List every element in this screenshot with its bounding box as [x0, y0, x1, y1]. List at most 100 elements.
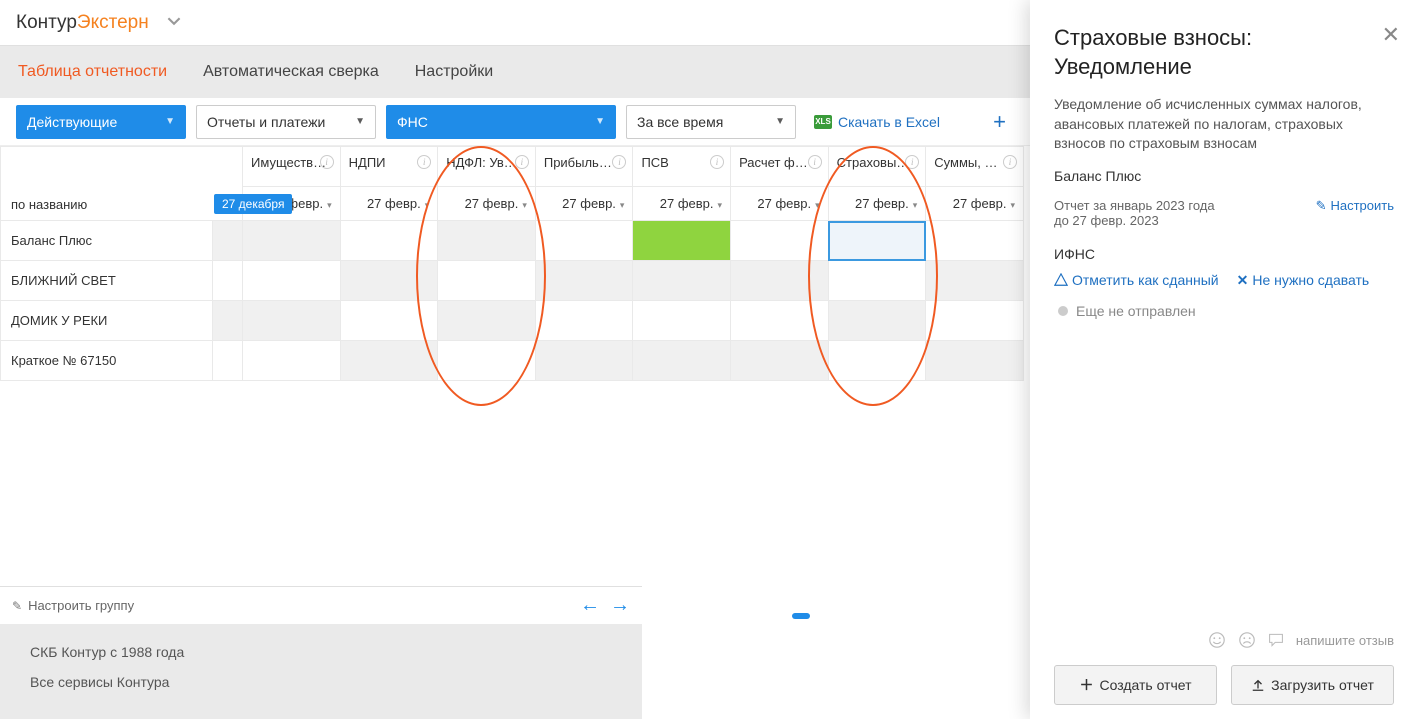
cell[interactable]	[243, 261, 341, 301]
xls-icon: XLS	[814, 115, 832, 129]
col-date-2[interactable]: 27 февр.▾	[340, 187, 438, 221]
plus-icon: ＋	[1079, 675, 1093, 695]
tab-reports-table[interactable]: Таблица отчетности	[18, 63, 167, 81]
col-date-4[interactable]: 27 февр.▾	[535, 187, 633, 221]
cell[interactable]	[438, 341, 536, 381]
cell[interactable]	[633, 261, 731, 301]
cell[interactable]	[340, 221, 438, 261]
cell[interactable]	[633, 341, 731, 381]
info-icon[interactable]: i	[515, 155, 529, 169]
filter-type[interactable]: Отчеты и платежи▼	[196, 105, 376, 139]
cell[interactable]	[633, 301, 731, 341]
cell[interactable]	[213, 221, 243, 261]
info-icon[interactable]: i	[417, 155, 431, 169]
upload-report-button[interactable]: Загрузить отчет	[1231, 665, 1394, 705]
col-date-7[interactable]: 27 февр.▾	[828, 187, 926, 221]
cell[interactable]	[926, 341, 1024, 381]
cell[interactable]	[535, 221, 633, 261]
cell-selected[interactable]	[828, 221, 926, 261]
page-footer: СКБ Контур с 1988 года Все сервисы Конту…	[0, 624, 642, 719]
close-icon: ✕	[1237, 272, 1249, 289]
panel-period-line2: до 27 февр. 2023	[1054, 213, 1215, 228]
comment-icon[interactable]	[1268, 632, 1284, 648]
add-button[interactable]: +	[985, 109, 1014, 135]
org-name-cell[interactable]: БЛИЖНИЙ СВЕТ	[1, 261, 213, 301]
cell[interactable]	[438, 261, 536, 301]
filter-authority[interactable]: ФНС▼	[386, 105, 616, 139]
cell[interactable]	[340, 301, 438, 341]
logo-part1: Контур	[16, 12, 77, 33]
col-header-profit[interactable]: Прибыль…i	[535, 147, 633, 187]
panel-configure-link[interactable]: ✎ Настроить	[1316, 198, 1394, 214]
download-excel-link[interactable]: XLS Скачать в Excel	[814, 114, 940, 130]
cell[interactable]	[535, 341, 633, 381]
col-date-8[interactable]: 27 февр.▾	[926, 187, 1024, 221]
filter-period[interactable]: За все время▼	[626, 105, 796, 139]
info-icon[interactable]: i	[808, 155, 822, 169]
cell[interactable]	[731, 301, 829, 341]
cell[interactable]	[731, 261, 829, 301]
cell[interactable]	[243, 221, 341, 261]
info-icon[interactable]: i	[710, 155, 724, 169]
col-header-ndpi[interactable]: НДПИi	[340, 147, 438, 187]
col-header-calc[interactable]: Расчет ф…i	[731, 147, 829, 187]
arrow-left-icon[interactable]: ←	[580, 594, 600, 617]
cell[interactable]	[731, 221, 829, 261]
org-name-cell[interactable]: ДОМИК У РЕКИ	[1, 301, 213, 341]
footer-line-2[interactable]: Все сервисы Контура	[30, 674, 612, 690]
cell[interactable]	[213, 261, 243, 301]
col-date-3[interactable]: 27 февр.▾	[438, 187, 536, 221]
info-icon[interactable]: i	[905, 155, 919, 169]
chevron-down-icon: ▼	[355, 116, 365, 127]
configure-group-label: Настроить группу	[28, 598, 134, 613]
mark-as-submitted-link[interactable]: Отметить как сданный	[1054, 272, 1219, 289]
cell-green[interactable]	[633, 221, 731, 261]
org-name-cell[interactable]: Краткое № 67150	[1, 341, 213, 381]
tab-settings[interactable]: Настройки	[415, 63, 493, 81]
product-switcher[interactable]	[167, 14, 181, 31]
pencil-icon	[12, 598, 22, 613]
cell[interactable]	[243, 341, 341, 381]
cell[interactable]	[731, 341, 829, 381]
col-date-5[interactable]: 27 февр.▾	[633, 187, 731, 221]
cell[interactable]	[926, 301, 1024, 341]
org-name-cell[interactable]: Баланс Плюс	[1, 221, 213, 261]
col-header-property[interactable]: Имуществ…i	[243, 147, 341, 187]
feedback-row: напишите отзыв	[1208, 631, 1394, 649]
cell[interactable]	[438, 221, 536, 261]
chevron-down-icon: ▾	[718, 200, 723, 210]
col-header-ndfl[interactable]: НДФЛ: Ув…i	[438, 147, 536, 187]
scroll-indicator[interactable]	[792, 613, 810, 619]
col-date-6[interactable]: 27 февр.▾	[731, 187, 829, 221]
configure-group-link[interactable]: Настроить группу	[12, 598, 134, 613]
cell[interactable]	[438, 301, 536, 341]
cell[interactable]	[213, 341, 243, 381]
cell[interactable]	[828, 261, 926, 301]
cell[interactable]	[926, 261, 1024, 301]
close-button[interactable]: ✕	[1382, 22, 1400, 48]
cell[interactable]	[213, 301, 243, 341]
info-icon[interactable]: i	[320, 155, 334, 169]
smile-icon[interactable]	[1208, 631, 1226, 649]
arrow-right-icon[interactable]: →	[610, 594, 630, 617]
cell[interactable]	[340, 341, 438, 381]
sad-icon[interactable]	[1238, 631, 1256, 649]
cell[interactable]	[243, 301, 341, 341]
cell[interactable]	[535, 261, 633, 301]
cell[interactable]	[828, 301, 926, 341]
cell[interactable]	[340, 261, 438, 301]
info-icon[interactable]: i	[1003, 155, 1017, 169]
chevron-down-icon: ▾	[1010, 200, 1015, 210]
cell[interactable]	[828, 341, 926, 381]
col-header-insurance[interactable]: Страховы…i	[828, 147, 926, 187]
info-icon[interactable]: i	[612, 155, 626, 169]
cell[interactable]	[535, 301, 633, 341]
feedback-link[interactable]: напишите отзыв	[1296, 633, 1394, 648]
create-report-button[interactable]: ＋ Создать отчет	[1054, 665, 1217, 705]
tab-auto-reconciliation[interactable]: Автоматическая сверка	[203, 63, 379, 81]
not-required-link[interactable]: ✕ Не нужно сдавать	[1237, 272, 1370, 289]
filter-status[interactable]: Действующие▼	[16, 105, 186, 139]
col-header-psv[interactable]: ПСВi	[633, 147, 731, 187]
col-header-sums[interactable]: Суммы, …i	[926, 147, 1024, 187]
cell[interactable]	[926, 221, 1024, 261]
